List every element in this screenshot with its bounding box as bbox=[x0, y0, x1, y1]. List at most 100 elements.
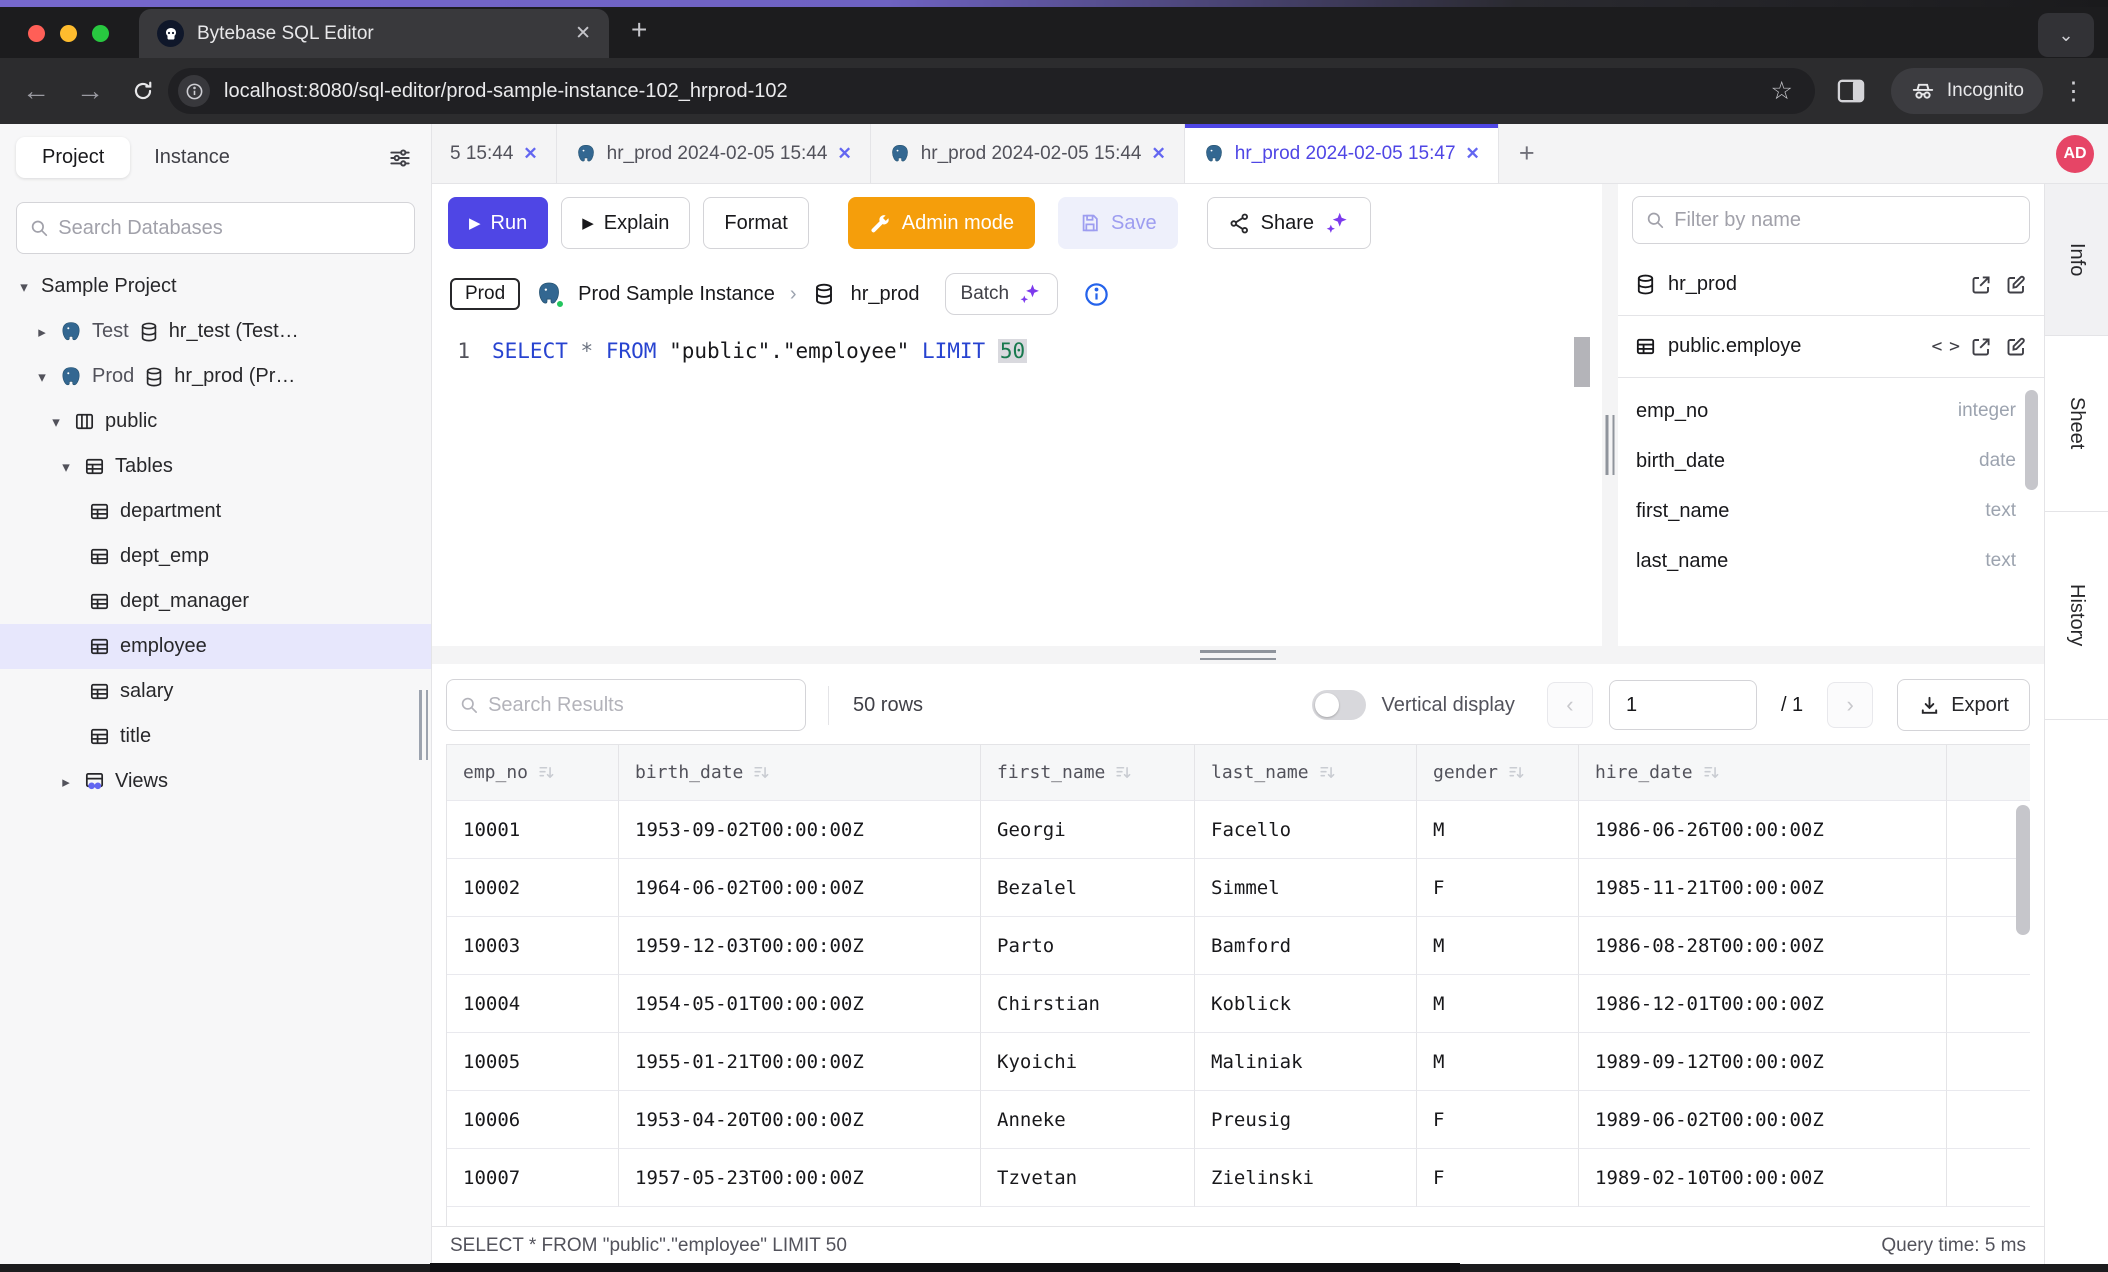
tab-instance[interactable]: Instance bbox=[130, 137, 254, 178]
back-icon[interactable]: ← bbox=[22, 75, 50, 107]
minimize-window-button[interactable] bbox=[60, 25, 77, 42]
vertical-display-toggle[interactable] bbox=[1312, 690, 1366, 720]
caret-down-icon[interactable]: ▾ bbox=[34, 368, 50, 386]
column-header-first-name[interactable]: first_name bbox=[981, 745, 1195, 801]
side-panel-icon[interactable] bbox=[1835, 77, 1867, 105]
share-button[interactable]: Share bbox=[1207, 197, 1371, 249]
sql-editor[interactable]: 1 SELECT * FROM "public"."employee" LIMI… bbox=[432, 329, 1602, 646]
run-button[interactable]: ▶ Run bbox=[448, 197, 548, 249]
results-search-input[interactable] bbox=[488, 694, 793, 717]
filter-settings-icon[interactable] bbox=[387, 145, 413, 171]
sheet-tab-2[interactable]: hr_prod 2024-02-05 15:44 ✕ bbox=[557, 124, 871, 183]
close-window-button[interactable] bbox=[28, 25, 45, 42]
next-page-button[interactable]: › bbox=[1827, 682, 1873, 728]
results-search[interactable] bbox=[446, 679, 806, 731]
schema-database-row[interactable]: hr_prod bbox=[1618, 254, 2044, 316]
tree-item-table-title[interactable]: title bbox=[0, 714, 431, 759]
tab-overview-button[interactable]: ⌄ bbox=[2038, 13, 2094, 57]
export-button[interactable]: Export bbox=[1897, 679, 2030, 731]
close-icon[interactable]: ✕ bbox=[523, 144, 537, 164]
database-search-input[interactable] bbox=[58, 217, 402, 240]
table-row[interactable]: 100071957-05-23T00:00:00ZTzvetanZielinsk… bbox=[447, 1149, 2030, 1207]
browser-tab-close-icon[interactable]: ✕ bbox=[575, 22, 591, 45]
tree-item-tables-group[interactable]: ▾ Tables bbox=[0, 444, 431, 489]
tree-item-table-dept-emp[interactable]: dept_emp bbox=[0, 534, 431, 579]
column-header-last-name[interactable]: last_name bbox=[1195, 745, 1417, 801]
table-row[interactable]: 100021964-06-02T00:00:00ZBezalelSimmelF1… bbox=[447, 859, 2030, 917]
sheet-tab-1[interactable]: 5 15:44 ✕ bbox=[432, 124, 557, 183]
close-icon[interactable]: ✕ bbox=[837, 144, 851, 164]
prev-page-button[interactable]: ‹ bbox=[1547, 682, 1593, 728]
zoom-window-button[interactable] bbox=[92, 25, 109, 42]
sheet-tab-3[interactable]: hr_prod 2024-02-05 15:44 ✕ bbox=[871, 124, 1185, 183]
database-name[interactable]: hr_prod bbox=[851, 283, 920, 306]
caret-down-icon[interactable]: ▾ bbox=[48, 413, 64, 431]
tree-item-hr-prod[interactable]: ▾ Prod hr_prod (Pr… bbox=[0, 354, 431, 399]
caret-down-icon[interactable]: ▾ bbox=[58, 458, 74, 476]
schema-filter-input[interactable] bbox=[1674, 209, 2017, 232]
editor-scrollbar-thumb[interactable] bbox=[1574, 337, 1590, 387]
splitter-grip-icon[interactable] bbox=[1200, 650, 1276, 660]
user-avatar[interactable]: AD bbox=[2056, 135, 2094, 173]
tab-history[interactable]: History bbox=[2045, 512, 2108, 720]
results-scrollbar-thumb[interactable] bbox=[2016, 805, 2030, 935]
explain-button[interactable]: ▶ Explain bbox=[561, 197, 690, 249]
column-header-gender[interactable]: gender bbox=[1417, 745, 1579, 801]
table-row[interactable]: 100031959-12-03T00:00:00ZPartoBamfordM19… bbox=[447, 917, 2030, 975]
admin-mode-button[interactable]: Admin mode bbox=[848, 197, 1035, 249]
vertical-splitter[interactable] bbox=[1602, 184, 1618, 646]
info-icon[interactable] bbox=[1083, 281, 1110, 308]
tree-item-hr-test[interactable]: ▸ Test hr_test (Test… bbox=[0, 309, 431, 354]
forward-icon[interactable]: → bbox=[76, 75, 104, 107]
tab-project[interactable]: Project bbox=[16, 137, 130, 178]
tree-item-project[interactable]: ▾ Sample Project bbox=[0, 264, 431, 309]
close-icon[interactable]: ✕ bbox=[1152, 144, 1166, 164]
edit-icon[interactable] bbox=[2004, 335, 2028, 359]
browser-tab[interactable]: Bytebase SQL Editor ✕ bbox=[139, 9, 609, 58]
table-row[interactable]: 100051955-01-21T00:00:00ZKyoichiMaliniak… bbox=[447, 1033, 2030, 1091]
external-link-icon[interactable] bbox=[1969, 273, 1993, 297]
tree-item-views-group[interactable]: ▸ Views bbox=[0, 759, 431, 804]
new-tab-icon[interactable]: + bbox=[631, 14, 647, 46]
table-row[interactable]: 100061953-04-20T00:00:00ZAnnekePreusigF1… bbox=[447, 1091, 2030, 1149]
horizontal-splitter[interactable] bbox=[432, 646, 2044, 664]
table-row[interactable]: 100011953-09-02T00:00:00ZGeorgiFacelloM1… bbox=[447, 801, 2030, 859]
tree-item-table-dept-manager[interactable]: dept_manager bbox=[0, 579, 431, 624]
format-button[interactable]: Format bbox=[703, 197, 808, 249]
edit-icon[interactable] bbox=[2004, 273, 2028, 297]
tree-item-table-salary[interactable]: salary bbox=[0, 669, 431, 714]
caret-right-icon[interactable]: ▸ bbox=[58, 773, 74, 791]
browser-menu-icon[interactable]: ⋮ bbox=[2061, 76, 2086, 106]
batch-button[interactable]: Batch bbox=[945, 273, 1059, 315]
code-icon[interactable]: < > bbox=[1931, 336, 1958, 357]
postgres-icon bbox=[59, 320, 83, 344]
sheet-tab-4-active[interactable]: hr_prod 2024-02-05 15:47 ✕ bbox=[1185, 124, 1499, 183]
column-header-hire-date[interactable]: hire_date bbox=[1579, 745, 1947, 801]
schema-table-row[interactable]: public.employe < > bbox=[1618, 316, 2044, 378]
url-bar[interactable]: localhost:8080/sql-editor/prod-sample-in… bbox=[168, 68, 1815, 114]
instance-name[interactable]: Prod Sample Instance bbox=[578, 283, 775, 306]
table-row[interactable]: 100041954-05-01T00:00:00ZChirstianKoblic… bbox=[447, 975, 2030, 1033]
tree-item-table-department[interactable]: department bbox=[0, 489, 431, 534]
new-sheet-icon[interactable]: + bbox=[1499, 124, 1555, 183]
sidebar-resize-handle[interactable] bbox=[419, 690, 428, 760]
column-header-emp-no[interactable]: emp_no bbox=[447, 745, 619, 801]
bookmark-star-icon[interactable]: ☆ bbox=[1770, 76, 1792, 106]
site-info-icon[interactable] bbox=[178, 75, 210, 107]
save-button[interactable]: Save bbox=[1058, 197, 1178, 249]
database-search[interactable] bbox=[16, 202, 415, 254]
reload-icon[interactable] bbox=[130, 78, 156, 104]
tab-info[interactable]: Info bbox=[2045, 184, 2108, 336]
caret-right-icon[interactable]: ▸ bbox=[34, 323, 50, 341]
column-header-birth-date[interactable]: birth_date bbox=[619, 745, 981, 801]
splitter-grip-icon[interactable] bbox=[1606, 415, 1615, 475]
caret-down-icon[interactable]: ▾ bbox=[16, 278, 32, 296]
tree-item-table-employee-selected[interactable]: employee bbox=[0, 624, 431, 669]
external-link-icon[interactable] bbox=[1969, 335, 1993, 359]
close-icon[interactable]: ✕ bbox=[1466, 144, 1480, 164]
page-input[interactable] bbox=[1609, 680, 1757, 730]
column-list-scrollbar-thumb[interactable] bbox=[2025, 390, 2038, 490]
tree-item-schema-public[interactable]: ▾ public bbox=[0, 399, 431, 444]
schema-filter[interactable] bbox=[1632, 196, 2030, 244]
tab-sheet[interactable]: Sheet bbox=[2045, 336, 2108, 512]
